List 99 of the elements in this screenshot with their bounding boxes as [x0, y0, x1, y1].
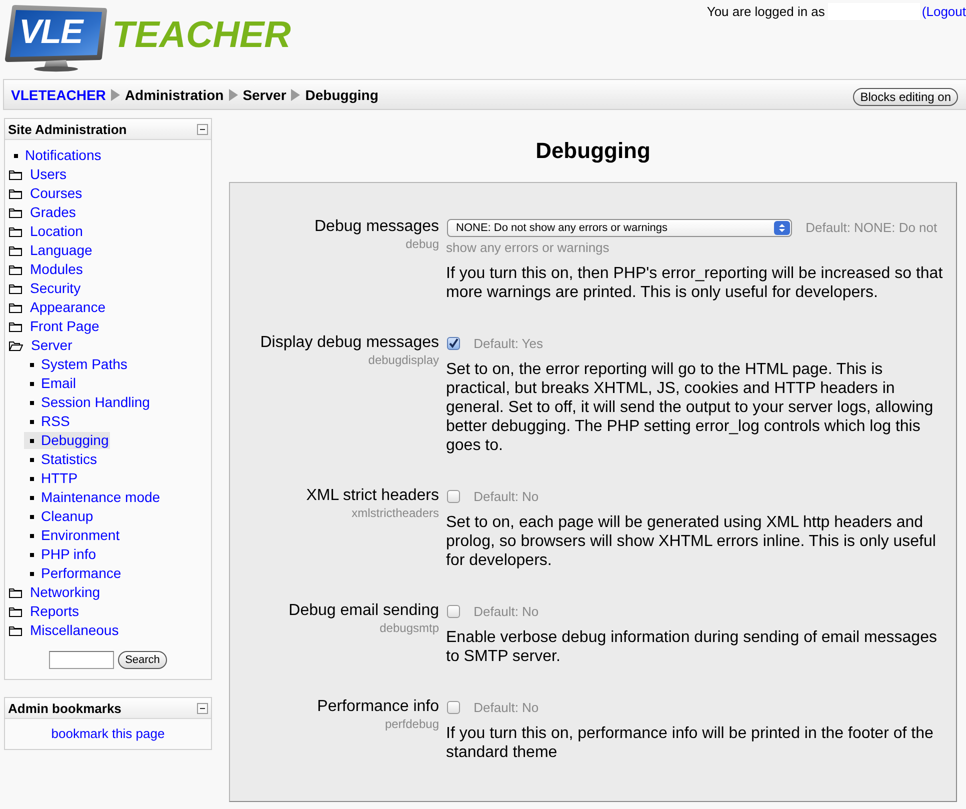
open-folder-icon [9, 340, 23, 350]
nav-link[interactable]: System Paths [24, 356, 128, 373]
nav-folder[interactable]: Language [8, 241, 94, 260]
nav-folder[interactable]: Networking [8, 583, 102, 602]
bullet-icon [30, 420, 34, 424]
dropdown-select[interactable]: NONE: Do not show any errors or warnings [447, 218, 792, 237]
nav-link[interactable]: Maintenance mode [24, 489, 162, 506]
setting-description: Set to on, each page will be generated using XML http headers and prolog, so browsers will show XHTML errors inline. This is only useful for developers. [446, 513, 937, 570]
breadcrumb-link[interactable]: VLETEACHER [11, 86, 106, 102]
setting-description: If you turn this on, performance info will be printed in the footer of the standard theme [446, 724, 934, 762]
breadcrumb-arrow-icon [110, 88, 120, 100]
nav-folder[interactable]: Modules [8, 260, 85, 279]
nav-link[interactable]: Statistics [24, 451, 98, 468]
default-value: show any errors or warnings [446, 240, 610, 255]
nav-link[interactable]: Environment [24, 527, 121, 544]
setting-key: xmlstrictheaders [230, 505, 439, 521]
nav-folder[interactable]: Miscellaneous [8, 621, 121, 640]
blocks-editing-button[interactable]: Blocks editing on [853, 88, 958, 106]
block-title: Site Administration [8, 122, 127, 136]
bookmark-link[interactable]: bookmark this page [51, 726, 165, 741]
nav-folder[interactable]: Front Page [8, 317, 102, 336]
nav-link[interactable]: Notifications [8, 147, 102, 164]
bullet-icon [30, 514, 34, 518]
default-value: Default: NONE: Do not [806, 220, 938, 235]
setting-key: perfdebug [230, 716, 439, 732]
bullet-icon [30, 382, 34, 386]
search-button[interactable]: Search [118, 651, 167, 669]
setting-key: debugsmtp [230, 620, 439, 636]
breadcrumb-item: Administration [124, 86, 224, 102]
folder-icon [9, 322, 22, 332]
folder-icon [9, 208, 22, 218]
nav-link[interactable]: PHP info [24, 546, 97, 563]
folder-icon [9, 264, 22, 274]
setting-label: Performance info [316, 698, 439, 716]
setting-description: Enable verbose debug information during sending of email messages to SMTP server. [446, 628, 938, 666]
bullet-icon [30, 496, 34, 500]
default-value: Default: No [474, 700, 539, 715]
breadcrumb-arrow-icon [228, 88, 238, 100]
nav-folder[interactable]: Server [8, 336, 74, 355]
nav-folder[interactable]: Appearance [8, 298, 108, 317]
checkbox[interactable] [447, 605, 460, 618]
bullet-icon [30, 458, 34, 462]
folder-icon [9, 170, 22, 180]
logo-wordmark: TEACHER [112, 14, 291, 56]
collapse-icon[interactable] [197, 124, 208, 134]
nav-link[interactable]: RSS [24, 413, 71, 430]
bullet-icon [30, 438, 34, 442]
nav-folder[interactable]: Grades [8, 203, 78, 222]
folder-icon [9, 284, 22, 294]
folder-icon [9, 302, 22, 312]
breadcrumb-item: Server [242, 86, 286, 102]
setting-label: Debug email sending [288, 602, 439, 620]
bullet-icon [30, 552, 34, 556]
collapse-icon[interactable] [197, 702, 208, 714]
nav-link[interactable]: HTTP [24, 470, 79, 487]
folder-icon [9, 588, 22, 598]
nav-folder[interactable]: Users [8, 165, 69, 184]
setting-description: If you turn this on, then PHP's error_reporting will be increased so that more warnings are printed. This is only useful for developers. [446, 264, 944, 302]
page-title: Debugging [534, 138, 652, 164]
logo-text: VLE [19, 15, 82, 49]
login-status-text: You are logged in as [706, 4, 825, 20]
checkbox[interactable] [447, 337, 460, 350]
folder-icon [9, 226, 22, 236]
setting-key: debug [230, 236, 439, 252]
setting-label: XML strict headers [305, 487, 439, 505]
breadcrumb-item: Debugging [305, 86, 378, 102]
folder-icon [9, 606, 22, 616]
nav-folder[interactable]: Reports [8, 602, 82, 621]
bullet-icon [30, 572, 34, 576]
setting-label: Debug messages [313, 218, 439, 236]
bullet-icon [30, 400, 34, 404]
folder-icon [9, 246, 22, 256]
search-field[interactable] [49, 651, 114, 669]
stepper-arrows-icon [774, 220, 790, 235]
checkbox[interactable] [447, 701, 460, 714]
nav-folder[interactable]: Location [8, 222, 85, 241]
folder-icon [9, 626, 22, 636]
nav-link[interactable]: Cleanup [24, 508, 94, 525]
checkbox[interactable] [447, 490, 460, 504]
bullet-icon [30, 534, 34, 538]
bullet-icon [14, 154, 18, 158]
block-title: Admin bookmarks [8, 700, 122, 716]
folder-icon [9, 188, 22, 198]
default-value: Default: No [474, 604, 539, 619]
nav-link[interactable]: Email [24, 375, 78, 392]
breadcrumb-arrow-icon [291, 88, 300, 100]
setting-label: Display debug messages [259, 334, 439, 352]
default-value: Default: No [474, 489, 539, 504]
setting-description: Set to on, the error reporting will go to the HTML page. This is practical, but breaks XHTML, JS, cookies and HTTP headers in general. Set to off, it will send the output to your server logs, allowing better debugging. The PHP setting error_log controls which log this goes to. [446, 360, 934, 455]
default-value: Default: Yes [474, 336, 544, 351]
nav-link[interactable]: Debugging [24, 432, 110, 449]
nav-folder[interactable]: Security [8, 279, 83, 298]
logout-link[interactable]: (Logout [922, 4, 966, 20]
setting-key: debugdisplay [230, 352, 439, 368]
nav-link[interactable]: Performance [24, 565, 122, 582]
nav-folder[interactable]: Courses [8, 184, 84, 203]
bullet-icon [30, 476, 34, 480]
bullet-icon [30, 362, 34, 366]
nav-link[interactable]: Session Handling [24, 394, 151, 411]
